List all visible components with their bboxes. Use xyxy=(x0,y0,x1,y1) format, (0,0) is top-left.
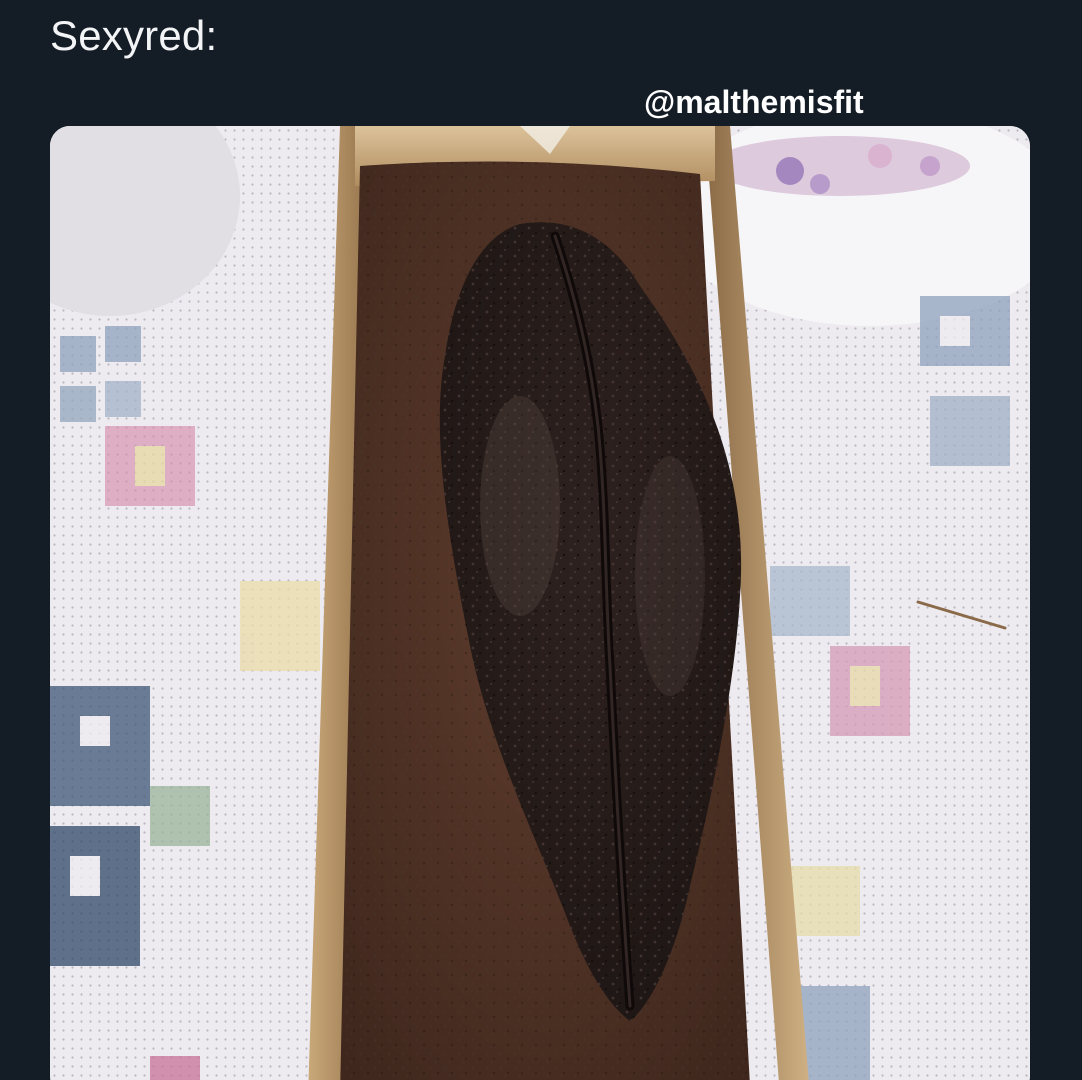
cake-photo-illustration xyxy=(50,126,1030,1080)
post-caption: Sexyred: xyxy=(50,12,218,59)
watermark-handle: @malthemisfit xyxy=(644,84,864,120)
meme-post: Sexyred: @malthemisfit xyxy=(0,0,1082,1080)
cake-photo xyxy=(50,126,1030,1080)
